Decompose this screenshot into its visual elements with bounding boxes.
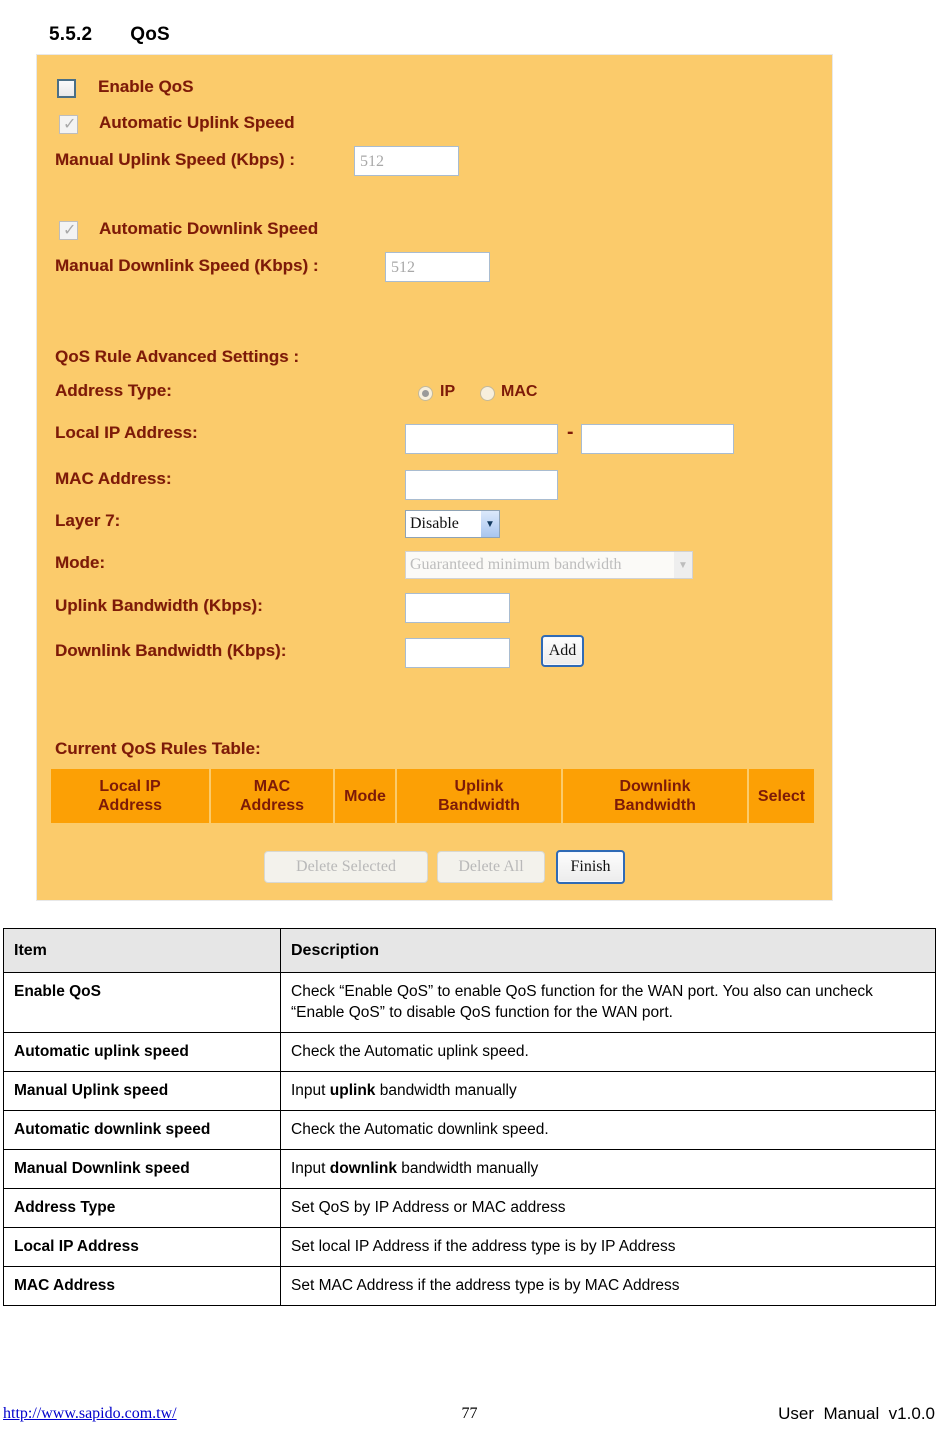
column-header-mac-address: MAC Address	[211, 769, 335, 823]
automatic-downlink-speed-label: Automatic Downlink Speed	[99, 219, 319, 238]
qos-settings-screenshot: Enable QoS ✓ Automatic Uplink Speed Manu…	[36, 54, 833, 901]
qos-rules-table: Local IP Address MAC Address Mode Uplink Ba…	[51, 769, 814, 823]
delete-selected-button[interactable]: Delete Selected	[264, 851, 428, 883]
mode-select[interactable]: Guaranteed minimum bandwidth ▼	[405, 551, 693, 579]
manual-downlink-speed-input[interactable]: 512	[385, 252, 490, 282]
delete-all-button[interactable]: Delete All	[437, 851, 545, 883]
table-row: Address Type Set QoS by IP Address or MAC…	[3, 1188, 936, 1228]
cell-item: Local IP Address	[3, 1227, 281, 1267]
cell-description: Input downlink bandwidth manually	[280, 1149, 936, 1189]
enable-qos-label: Enable QoS	[98, 77, 194, 96]
address-type-ip-radio[interactable]	[418, 386, 433, 401]
cell-item: MAC Address	[3, 1266, 281, 1306]
advanced-settings-heading: QoS Rule Advanced Settings :	[55, 347, 300, 366]
table-row: Automatic downlink speed Check the Automa…	[3, 1110, 936, 1150]
local-ip-start-input[interactable]	[405, 424, 558, 454]
column-header-item: Item	[3, 928, 281, 973]
automatic-uplink-speed-label: Automatic Uplink Speed	[99, 113, 295, 132]
mac-address-label: MAC Address:	[55, 469, 172, 488]
layer7-selected-value: Disable	[410, 515, 459, 532]
local-ip-range-separator: -	[567, 422, 574, 443]
layer7-label: Layer 7:	[55, 511, 121, 530]
cell-item: Manual Downlink speed	[3, 1149, 281, 1189]
downlink-bandwidth-input[interactable]	[405, 638, 510, 668]
cell-description: Set MAC Address if the address type is b…	[280, 1266, 936, 1306]
current-qos-rules-table-label: Current QoS Rules Table:	[55, 739, 261, 758]
manual-uplink-speed-label: Manual Uplink Speed (Kbps) :	[55, 150, 295, 169]
address-type-label: Address Type:	[55, 381, 172, 400]
automatic-downlink-speed-checkbox[interactable]: ✓	[59, 221, 78, 240]
local-ip-address-label: Local IP Address:	[55, 423, 198, 442]
downlink-bandwidth-label: Downlink Bandwidth (Kbps):	[55, 641, 287, 660]
finish-button[interactable]: Finish	[556, 850, 625, 884]
mac-address-input[interactable]	[405, 470, 558, 500]
mode-selected-value: Guaranteed minimum bandwidth	[410, 556, 622, 573]
table-row: Local IP Address Set local IP Address if …	[3, 1227, 936, 1267]
check-icon: ✓	[63, 222, 77, 239]
layer7-select[interactable]: Disable ▼	[405, 510, 500, 538]
manual-downlink-speed-label: Manual Downlink Speed (Kbps) :	[55, 256, 319, 275]
section-title: QoS	[130, 24, 170, 45]
cell-item: Automatic uplink speed	[3, 1032, 281, 1072]
table-row: Manual Downlink speed Input downlink band…	[3, 1149, 936, 1189]
add-button[interactable]: Add	[541, 635, 584, 667]
cell-item: Address Type	[3, 1188, 281, 1228]
column-header-mode: Mode	[335, 769, 397, 823]
manual-version: User Manual v1.0.0	[778, 1404, 935, 1423]
automatic-uplink-speed-checkbox[interactable]: ✓	[59, 115, 78, 134]
section-number: 5.5.2	[48, 24, 93, 45]
uplink-bandwidth-input[interactable]	[405, 593, 510, 623]
column-header-local-ip-address: Local IP Address	[51, 769, 211, 823]
description-table: Item Description Enable QoS Check “Enable…	[3, 928, 936, 1306]
table-row: Automatic uplink speed Check the Automati…	[3, 1032, 936, 1072]
mode-label: Mode:	[55, 553, 106, 572]
table-row: Manual Uplink speed Input uplink bandwidt…	[3, 1071, 936, 1111]
table-row: Enable QoS Check “Enable QoS” to enable Q…	[3, 972, 936, 1033]
cell-description: Set QoS by IP Address or MAC address	[280, 1188, 936, 1228]
address-type-mac-label: MAC	[501, 383, 538, 400]
column-header-select: Select	[749, 769, 814, 823]
cell-description: Check the Automatic uplink speed.	[280, 1032, 936, 1072]
cell-description: Input uplink bandwidth manually	[280, 1071, 936, 1111]
column-header-downlink-bandwidth: Downlink Bandwidth	[563, 769, 749, 823]
cell-description: Check “Enable QoS” to enable QoS functio…	[280, 972, 936, 1033]
manual-uplink-speed-input[interactable]: 512	[354, 146, 459, 176]
enable-qos-checkbox[interactable]	[57, 79, 76, 98]
page-title: 5.5.2 QoS	[38, 2, 170, 46]
column-header-description: Description	[280, 928, 936, 973]
address-type-ip-label: IP	[440, 383, 456, 400]
cell-description: Check the Automatic downlink speed.	[280, 1110, 936, 1150]
table-row: MAC Address Set MAC Address if the addres…	[3, 1266, 936, 1306]
check-icon: ✓	[63, 116, 77, 133]
address-type-mac-radio[interactable]	[480, 386, 495, 401]
cell-item: Manual Uplink speed	[3, 1071, 281, 1111]
uplink-bandwidth-label: Uplink Bandwidth (Kbps):	[55, 596, 263, 615]
cell-description: Set local IP Address if the address type…	[280, 1227, 936, 1267]
chevron-down-icon: ▼	[674, 552, 692, 578]
chevron-down-icon: ▼	[481, 511, 499, 537]
page-footer: http://www.sapido.com.tw/ 77 User Manual…	[0, 1404, 939, 1435]
table-header-row: Item Description	[3, 928, 936, 973]
cell-item: Automatic downlink speed	[3, 1110, 281, 1150]
column-header-uplink-bandwidth: Uplink Bandwidth	[397, 769, 563, 823]
cell-item: Enable QoS	[3, 972, 281, 1033]
local-ip-end-input[interactable]	[581, 424, 734, 454]
